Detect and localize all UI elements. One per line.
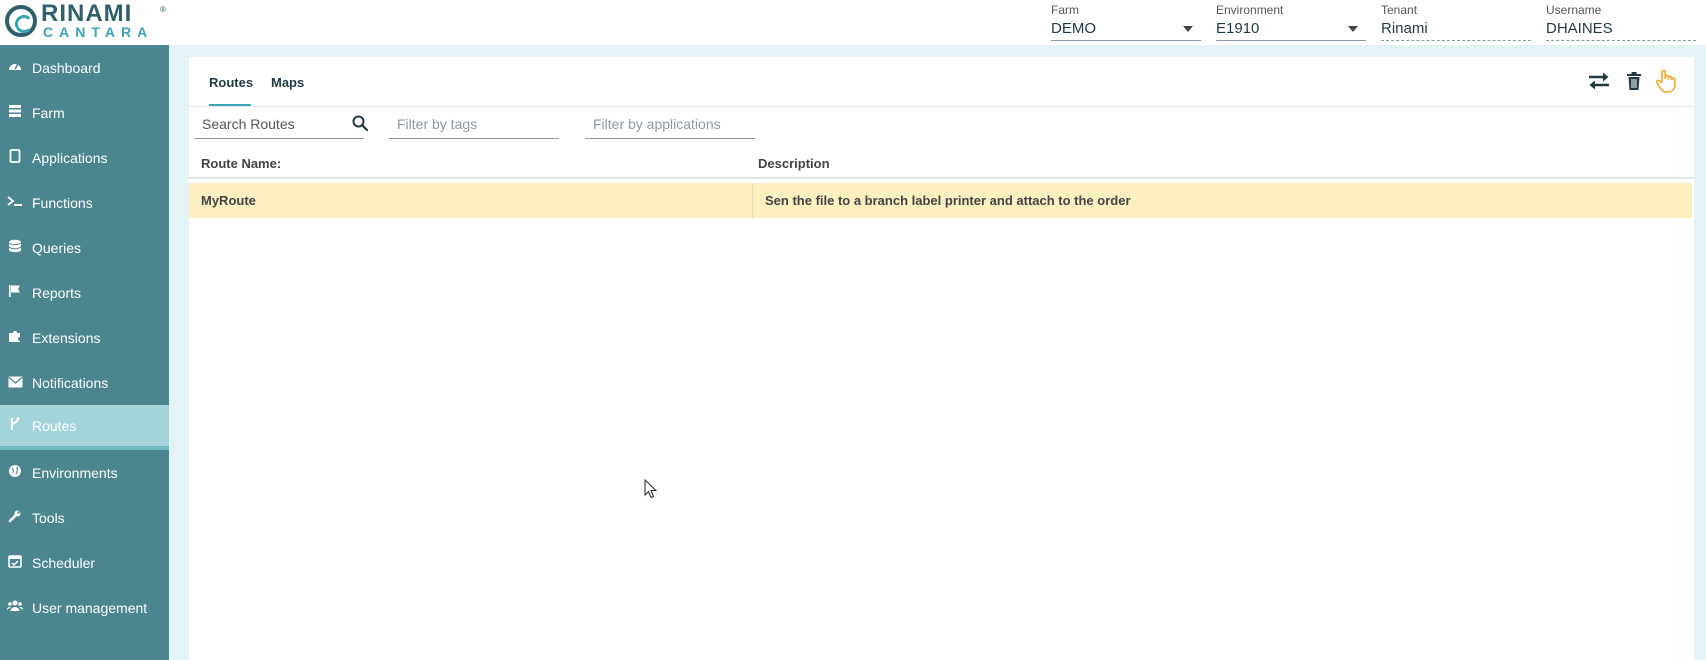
logo-registered-mark: ® — [160, 5, 166, 14]
logo-mark-icon — [5, 5, 37, 37]
environment-label: Environment — [1216, 3, 1284, 17]
column-divider — [752, 183, 753, 218]
farm-label: Farm — [1051, 3, 1079, 17]
sidebar-item-label: User management — [32, 599, 148, 616]
search-icon[interactable] — [352, 115, 369, 134]
sidebar-nav: Dashboard Farm Applications Functions Qu… — [0, 45, 178, 660]
sidebar-item-label: Reports — [32, 284, 82, 301]
sidebar-item-label: Functions — [32, 194, 93, 211]
sidebar-item-scheduler[interactable]: Scheduler — [0, 540, 169, 585]
puzzle-icon — [7, 329, 23, 346]
chevron-down-icon[interactable] — [1348, 26, 1358, 32]
rinami-cantara-logo: RINAMI CANTARA ® — [5, 0, 166, 41]
sidebar-item-queries[interactable]: Queries — [0, 225, 169, 270]
sidebar-item-dashboard[interactable]: Dashboard — [0, 45, 169, 90]
route-description-cell: Sen the file to a branch label printer a… — [765, 193, 1131, 208]
sidebar-item-label: Applications — [32, 149, 108, 166]
username-value[interactable]: DHAINES — [1546, 19, 1696, 41]
sidebar-item-label: Scheduler — [32, 554, 96, 571]
active-tab-indicator — [209, 104, 251, 106]
wrench-icon — [7, 509, 23, 526]
column-header-route-name[interactable]: Route Name: — [201, 156, 281, 171]
server-icon — [7, 104, 23, 121]
filter-applications-input[interactable]: Filter by applications — [585, 109, 755, 139]
terminal-icon — [7, 194, 23, 211]
sidebar-item-notifications[interactable]: Notifications — [0, 360, 169, 405]
sidebar-item-label: Queries — [32, 239, 82, 256]
sidebar-item-reports[interactable]: Reports — [0, 270, 169, 315]
tab-bar: Routes Maps — [189, 57, 1694, 107]
tablet-icon — [7, 149, 23, 166]
filter-applications-placeholder: Filter by applications — [593, 115, 721, 132]
table-header: Route Name: Description — [189, 147, 1694, 179]
routes-panel: Routes Maps Search Routes Filter by tags… — [189, 57, 1694, 660]
environment-select[interactable]: Environment E1910 — [1216, 3, 1366, 41]
envelope-icon — [7, 375, 23, 391]
table-row[interactable]: MyRoute Sen the file to a branch label p… — [189, 183, 1692, 218]
sidebar-item-label: Extensions — [32, 329, 101, 346]
tab-routes[interactable]: Routes — [209, 75, 253, 90]
dashboard-icon — [7, 59, 23, 76]
environment-value[interactable]: E1910 — [1216, 19, 1366, 41]
sidebar-item-label: Farm — [32, 104, 65, 121]
sidebar-item-user-management[interactable]: User management — [0, 585, 169, 630]
sidebar-item-label: Environments — [32, 464, 118, 481]
calendar-check-icon — [7, 554, 23, 571]
pointer-hand-icon[interactable] — [1653, 68, 1679, 94]
mouse-cursor-icon — [644, 478, 658, 504]
trash-icon[interactable] — [1621, 68, 1647, 94]
top-header: RINAMI CANTARA ® Farm DEMO Environment E… — [0, 0, 1706, 45]
flag-icon — [7, 284, 23, 301]
sidebar-item-farm[interactable]: Farm — [0, 90, 169, 135]
users-icon — [6, 599, 24, 616]
search-routes-placeholder: Search Routes — [202, 115, 295, 132]
swap-icon[interactable] — [1586, 68, 1612, 94]
column-header-description[interactable]: Description — [758, 156, 830, 171]
sidebar-item-environments[interactable]: Environments — [0, 450, 169, 495]
sidebar-item-tools[interactable]: Tools — [0, 495, 169, 540]
filter-tags-input[interactable]: Filter by tags — [389, 109, 559, 139]
logo-text-top: RINAMI — [41, 0, 133, 27]
sidebar-item-applications[interactable]: Applications — [0, 135, 169, 180]
username-label: Username — [1546, 3, 1602, 17]
database-icon — [7, 239, 23, 256]
branch-icon — [7, 417, 23, 434]
farm-select[interactable]: Farm DEMO — [1051, 3, 1201, 41]
username-field[interactable]: Username DHAINES — [1546, 3, 1696, 41]
sidebar-item-label: Routes — [32, 417, 77, 434]
sidebar-item-label: Tools — [32, 509, 65, 526]
globe-icon — [7, 464, 23, 481]
filter-tags-placeholder: Filter by tags — [397, 115, 478, 132]
sidebar-item-label: Notifications — [32, 374, 109, 391]
sidebar-item-routes[interactable]: Routes — [0, 405, 178, 450]
chevron-down-icon[interactable] — [1183, 26, 1193, 32]
tab-maps[interactable]: Maps — [271, 75, 304, 90]
logo-text-bottom: CANTARA — [43, 24, 154, 40]
sidebar-item-functions[interactable]: Functions — [0, 180, 169, 225]
tenant-value[interactable]: Rinami — [1381, 19, 1531, 41]
sidebar-item-label: Dashboard — [32, 59, 101, 76]
search-routes-input[interactable]: Search Routes — [194, 109, 369, 139]
route-name-cell: MyRoute — [201, 193, 256, 208]
sidebar-item-extensions[interactable]: Extensions — [0, 315, 169, 360]
tenant-label: Tenant — [1381, 3, 1418, 17]
farm-value[interactable]: DEMO — [1051, 19, 1201, 41]
tenant-field[interactable]: Tenant Rinami — [1381, 3, 1531, 41]
